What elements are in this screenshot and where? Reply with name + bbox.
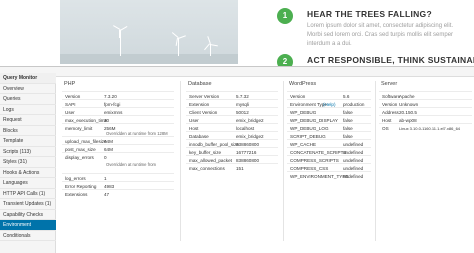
table-row: max_execution_time 30: [62, 115, 174, 123]
step-heading: HEAR THE TREES FALLING?: [307, 9, 432, 19]
table-row: post_max_size 64M: [62, 144, 174, 152]
nav-item-queries[interactable]: Queries: [0, 94, 56, 105]
column-divider: [375, 81, 376, 241]
query-monitor-panel: Query Monitor Overview Queries Logs Requ…: [0, 66, 474, 253]
table-row: Extensions 47: [62, 189, 174, 197]
section-title: Server: [381, 81, 398, 87]
table-row: WP_DEBUG_DISPLAY false: [287, 115, 371, 123]
table-row: display_errors 0: [62, 152, 174, 160]
table-row: Extension mysqli: [186, 99, 278, 107]
table-row: SAPI fpm-fcgi: [62, 99, 174, 107]
nav-item-hooks[interactable]: Hooks & Actions: [0, 168, 56, 178]
hero-image: [60, 0, 238, 64]
table-row: Version 5.6: [287, 91, 371, 99]
table-row: WP_DEBUG false: [287, 107, 371, 115]
table-row: SCRIPT_DEBUG false: [287, 131, 371, 139]
table-row: User emixmns: [62, 107, 174, 115]
table-row: CONCATENATE_SCRIPTS undefined: [287, 147, 371, 155]
table-row: COMPRESS_SCRIPTS undefined: [287, 155, 371, 163]
table-row: COMPRESS_CSS undefined: [287, 163, 371, 171]
table-row: User emix_bridge2: [186, 115, 278, 123]
nav-item-overview[interactable]: Overview: [0, 84, 56, 94]
table-row: Version Unknown: [379, 99, 472, 107]
section-title: PHP: [64, 81, 76, 87]
step-number-badge: 1: [277, 8, 293, 24]
table-row: Address 20.150.5: [379, 107, 472, 115]
table-row: max_connections 151: [186, 163, 278, 171]
table-row: Client Version 50012: [186, 107, 278, 115]
website-background: 1 HEAR THE TREES FALLING? Lorem ipsum do…: [0, 0, 474, 70]
nav-item-template[interactable]: Template: [0, 136, 56, 147]
nav-item-styles[interactable]: Styles (31): [0, 157, 56, 168]
section-title: Database: [188, 81, 212, 87]
table-row: log_errors 1: [62, 173, 174, 181]
table-row: Version 7.3.20: [62, 91, 174, 99]
nav-item-transients[interactable]: Transient Updates (1): [0, 199, 56, 210]
step-description: Lorem ipsum dolor sit amet, consectetur …: [307, 23, 454, 47]
table-row: WP_CACHE undefined: [287, 139, 371, 147]
column-divider: [180, 81, 181, 241]
panel-toolbar[interactable]: [0, 67, 474, 77]
turbine-graphic: [210, 44, 211, 56]
table-row: Host localhost: [186, 123, 278, 131]
table-row: Environment Type (Help) production: [287, 99, 371, 107]
table-row: WP_DEBUG_LOG false: [287, 123, 371, 131]
nav-item-languages[interactable]: Languages: [0, 178, 56, 189]
panel-title: Query Monitor: [0, 73, 56, 84]
table-row: key_buffer_size 16777216: [186, 147, 278, 155]
panel-sidebar: Query Monitor Overview Queries Logs Requ…: [0, 73, 56, 253]
nav-item-http-api[interactable]: HTTP API Calls (1): [0, 189, 56, 199]
nav-item-request[interactable]: Request: [0, 115, 56, 126]
table-row: Host ab-wp08: [379, 115, 472, 123]
table-row: Server Version 5.7.32: [186, 91, 278, 99]
table-row: Error Reporting 4983: [62, 181, 174, 189]
nav-item-capabilities[interactable]: Capability Checks: [0, 210, 56, 220]
table-row: innodb_buffer_pool_size 838860800: [186, 139, 278, 147]
info-note: Overridden at runtime from: [106, 162, 157, 167]
nav-item-blocks[interactable]: Blocks: [0, 126, 56, 136]
column-divider: [283, 81, 284, 241]
table-row: Software Apache: [379, 91, 472, 99]
turbine-graphic: [120, 30, 121, 56]
nav-item-logs[interactable]: Logs: [0, 105, 56, 115]
section-title: WordPress: [289, 81, 317, 87]
table-row: OS Linux 3.10.0-1160.11.1.el7.x86_64: [379, 123, 472, 131]
table-row: Database emix_bridge2: [186, 131, 278, 139]
nav-item-environment[interactable]: Environment: [0, 220, 56, 231]
step-heading: ACT RESPONSIBLE, THINK SUSTAINABLE: [307, 55, 474, 65]
turbine-graphic: [178, 38, 179, 56]
table-row: WP_ENVIRONMENT_TYPE undefined: [287, 171, 371, 179]
table-row: upload_max_filesize 64M: [62, 136, 174, 144]
table-row: max_allowed_packet 838860800: [186, 155, 278, 163]
nav-item-conditionals[interactable]: Conditionals: [0, 231, 56, 241]
nav-item-scripts[interactable]: Scripts (113): [0, 147, 56, 157]
